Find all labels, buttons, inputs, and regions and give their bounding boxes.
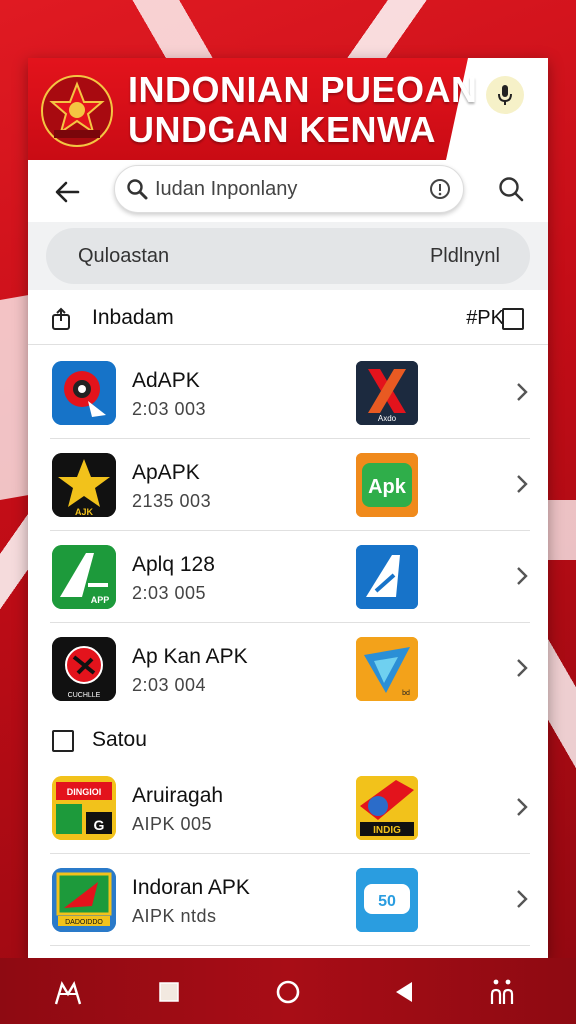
chevron-right-icon[interactable] bbox=[514, 657, 530, 679]
app-logo-icon bbox=[52, 361, 116, 425]
app-name: Aruiragah bbox=[132, 784, 224, 807]
app-thumb-icon: INDIG bbox=[356, 776, 418, 840]
app-icon-text: AJK bbox=[75, 507, 94, 517]
share-icon[interactable] bbox=[50, 306, 78, 332]
app-thumb bbox=[356, 545, 418, 609]
emblem-logo-icon bbox=[41, 75, 113, 147]
chevron-right-icon[interactable] bbox=[514, 381, 530, 403]
app-thumb-icon: Axdo bbox=[356, 361, 418, 425]
system-nav-bar bbox=[0, 958, 576, 1024]
app-thumb-icon bbox=[356, 545, 418, 609]
search-icon[interactable] bbox=[494, 172, 530, 208]
divider bbox=[50, 945, 530, 946]
app-name: ApAPK bbox=[132, 461, 200, 484]
home-icon[interactable] bbox=[272, 976, 304, 1008]
divider bbox=[28, 344, 548, 345]
app-icon-text: DADOIDDO bbox=[65, 919, 103, 926]
app-thumb: Axdo bbox=[356, 361, 418, 425]
search-query: Iudan Inponlany bbox=[155, 178, 298, 200]
search-bar-row: Iudan Inponlany bbox=[28, 160, 548, 223]
app-thumb-icon: bd bbox=[356, 637, 418, 701]
section-header-inbadam: Inbadam #PK bbox=[28, 292, 548, 344]
filter-chip[interactable]: Quloastan Pldlnynl bbox=[46, 228, 530, 284]
app-thumb-icon: 50 bbox=[356, 868, 418, 932]
arrow-left-icon[interactable] bbox=[48, 172, 88, 212]
app-icon-text: CUCHLLE bbox=[68, 692, 101, 699]
app-icon-text: DINGIOI bbox=[67, 787, 102, 797]
filter-area: Quloastan Pldlnynl bbox=[28, 222, 548, 290]
checkbox[interactable] bbox=[502, 308, 524, 330]
back-icon[interactable] bbox=[388, 976, 420, 1008]
app-meta: 2:03 004 bbox=[132, 675, 207, 695]
app-logo-icon: CUCHLLE bbox=[52, 637, 116, 701]
app-logo-icon: APP bbox=[52, 545, 116, 609]
app-name: Aplq 128 bbox=[132, 553, 215, 576]
app-logo-icon: AJK bbox=[52, 453, 116, 517]
app-thumb-icon: Apk bbox=[356, 453, 418, 517]
info-icon[interactable] bbox=[429, 178, 451, 200]
filter-right-label: Pldlnynl bbox=[429, 245, 500, 267]
list-item[interactable]: CUCHLLE Ap Kan APK 2:03 004 bd bbox=[28, 623, 548, 715]
section-tag: #PK bbox=[466, 307, 504, 329]
app-icon: APP bbox=[52, 545, 116, 609]
chevron-right-icon[interactable] bbox=[514, 473, 530, 495]
search-input[interactable]: Iudan Inponlany bbox=[114, 165, 464, 213]
app-meta: AIPK 005 bbox=[132, 814, 213, 834]
app-icon-text: APP bbox=[91, 595, 110, 605]
app-thumb: 50 bbox=[356, 868, 418, 932]
chevron-right-icon[interactable] bbox=[514, 796, 530, 818]
accessibility-icon[interactable] bbox=[52, 976, 84, 1008]
banner-title: INDONIAN PUEOAN UNDGAN KENWA bbox=[128, 70, 478, 150]
app-logo-icon: DINGIOI G bbox=[52, 776, 116, 840]
app-icon bbox=[52, 361, 116, 425]
app-thumb-text: bd bbox=[402, 690, 410, 697]
app-thumb-text: Axdo bbox=[378, 414, 397, 423]
app-icon: CUCHLLE bbox=[52, 637, 116, 701]
list-item[interactable]: AdAPK 2:03 003 Axdo bbox=[28, 347, 548, 439]
list-item[interactable]: DINGIOI G Aruiragah AIPK 005 INDIG bbox=[28, 762, 548, 854]
recents-icon[interactable] bbox=[153, 976, 185, 1008]
app-icon: DADOIDDO bbox=[52, 868, 116, 932]
app-icon: AJK bbox=[52, 453, 116, 517]
app-thumb-text: INDIG bbox=[373, 825, 401, 836]
app-thumb-text: Apk bbox=[368, 476, 407, 498]
app-name: Ap Kan APK bbox=[132, 645, 248, 668]
app-thumb: Apk bbox=[356, 453, 418, 517]
section-title: Satou bbox=[92, 728, 147, 751]
app-meta: 2:03 005 bbox=[132, 583, 207, 603]
voice-button[interactable] bbox=[486, 76, 524, 114]
app-meta: 2:03 003 bbox=[132, 399, 207, 419]
list-item[interactable]: AJK ApAPK 2135 003 Apk bbox=[28, 439, 548, 531]
list-item[interactable]: DADOIDDO Indoran APK AIPK ntds 50 bbox=[28, 854, 548, 946]
list-item[interactable]: APP Aplq 128 2:03 005 bbox=[28, 531, 548, 623]
app-name: Indoran APK bbox=[132, 876, 250, 899]
app-thumb: INDIG bbox=[356, 776, 418, 840]
section-title: Inbadam bbox=[92, 306, 174, 329]
app-thumb: bd bbox=[356, 637, 418, 701]
banner-title-line2: UNDGAN KENWA bbox=[128, 109, 436, 150]
app-window: INDONIAN PUEOAN UNDGAN KENWA Iudan Inpon… bbox=[28, 58, 548, 958]
header-banner: INDONIAN PUEOAN UNDGAN KENWA bbox=[28, 58, 548, 160]
app-icon: DINGIOI G bbox=[52, 776, 116, 840]
chevron-right-icon[interactable] bbox=[514, 565, 530, 587]
grid-menu-icon[interactable] bbox=[486, 976, 518, 1008]
app-meta: 2135 003 bbox=[132, 491, 212, 511]
app-thumb-text: 50 bbox=[378, 893, 396, 910]
chevron-right-icon[interactable] bbox=[514, 888, 530, 910]
microphone-icon bbox=[498, 85, 512, 105]
filter-left-label: Quloastan bbox=[78, 245, 170, 267]
section-header-satou: Satou bbox=[28, 714, 548, 766]
app-icon-text: G bbox=[94, 817, 105, 833]
app-logo-icon: DADOIDDO bbox=[52, 868, 116, 932]
app-name: AdAPK bbox=[132, 369, 200, 392]
search-icon bbox=[127, 179, 148, 200]
app-meta: AIPK ntds bbox=[132, 906, 217, 926]
banner-title-line1: INDONIAN PUEOAN bbox=[128, 69, 478, 110]
checkbox[interactable] bbox=[52, 730, 74, 752]
